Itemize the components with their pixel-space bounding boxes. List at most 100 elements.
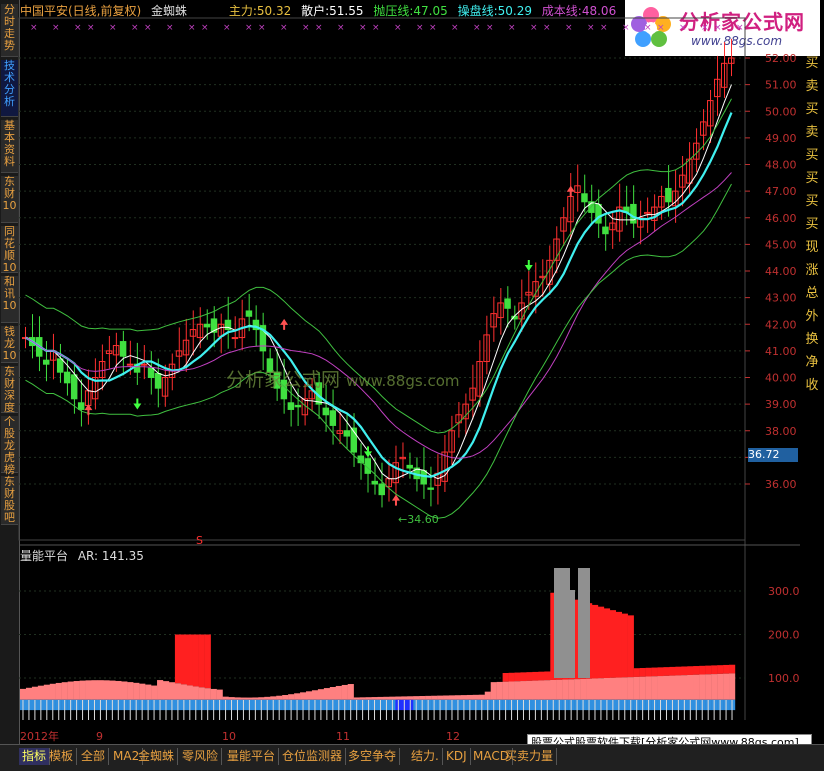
pink-volume-bar bbox=[449, 695, 456, 700]
price-tick-label: 42.00 bbox=[765, 318, 797, 331]
pink-volume-bar bbox=[383, 696, 390, 700]
pink-volume-bar bbox=[329, 687, 336, 700]
pink-volume-bar bbox=[365, 697, 372, 700]
low-price-label: ←34.60 bbox=[398, 513, 439, 526]
signal-x-marker: × bbox=[223, 23, 231, 33]
pink-volume-bar bbox=[258, 697, 265, 700]
bottom-tab-9[interactable]: 结力. bbox=[408, 748, 443, 765]
signal-x-marker: × bbox=[359, 23, 367, 33]
red-volume-bar bbox=[174, 634, 182, 684]
red-volume-bar bbox=[502, 672, 509, 682]
pink-volume-bar bbox=[204, 688, 211, 700]
bottom-tab-12[interactable]: 买卖力量 bbox=[502, 748, 558, 765]
bottom-tab-5[interactable]: 零风险 bbox=[179, 748, 223, 765]
pink-volume-bar bbox=[597, 678, 605, 700]
signal-x-marker: × bbox=[280, 23, 288, 33]
candle-body bbox=[231, 337, 239, 340]
pink-volume-bar bbox=[508, 681, 515, 700]
pink-volume-bar bbox=[401, 696, 408, 700]
pink-volume-bar bbox=[466, 694, 474, 700]
red-volume-bar bbox=[532, 671, 539, 681]
bottom-tab-8[interactable]: 多空争夺 bbox=[345, 748, 401, 765]
pink-volume-bar bbox=[460, 695, 468, 700]
pink-volume-bar bbox=[222, 696, 229, 700]
pink-volume-bar bbox=[43, 684, 50, 700]
bottom-tab-7[interactable]: 仓位监测器 bbox=[279, 748, 347, 765]
pink-volume-bar bbox=[484, 691, 491, 700]
price-tick-label: 40.00 bbox=[765, 372, 797, 385]
pink-volume-bar bbox=[413, 696, 420, 700]
candle-body bbox=[504, 298, 511, 309]
red-volume-bar bbox=[520, 672, 527, 682]
signal-x-marker: × bbox=[30, 23, 38, 33]
bottom-tab-6[interactable]: 量能平台 bbox=[224, 748, 280, 765]
candle-body bbox=[343, 430, 351, 437]
pink-volume-bar bbox=[210, 688, 217, 700]
pink-volume-bar bbox=[270, 696, 277, 700]
candle-body bbox=[119, 341, 127, 357]
red-volume-bar bbox=[204, 634, 211, 689]
pink-volume-bar bbox=[25, 687, 33, 700]
right-quote-label: 卖 bbox=[805, 125, 819, 140]
pink-volume-bar bbox=[592, 678, 599, 700]
signal-x-marker: × bbox=[302, 23, 310, 33]
bottom-tab-10[interactable]: KDJ bbox=[443, 748, 471, 765]
pink-volume-bar bbox=[496, 681, 503, 700]
pink-volume-bar bbox=[252, 697, 259, 700]
signal-x-marker: × bbox=[87, 23, 95, 33]
bottom-tab-1[interactable]: 模板 bbox=[46, 748, 78, 765]
pink-volume-bar bbox=[705, 674, 712, 700]
candle-body bbox=[427, 487, 434, 490]
candle-body bbox=[147, 367, 155, 378]
signal-x-marker: × bbox=[451, 23, 459, 33]
pink-volume-bar bbox=[294, 693, 301, 700]
red-volume-bar bbox=[693, 666, 700, 675]
sell-arrow-icon bbox=[524, 260, 533, 271]
pink-volume-bar bbox=[174, 683, 182, 700]
pink-volume-bar bbox=[216, 689, 223, 700]
magenta-ma-line bbox=[25, 172, 732, 459]
pink-volume-bar bbox=[502, 681, 509, 700]
price-tick-label: 50.00 bbox=[765, 105, 797, 118]
pink-volume-bar bbox=[151, 685, 158, 700]
pink-volume-bar bbox=[454, 695, 462, 700]
signal-x-marker: × bbox=[714, 23, 722, 33]
right-quote-label: 买 bbox=[805, 171, 819, 186]
pink-volume-bar bbox=[657, 676, 664, 700]
red-volume-bar bbox=[639, 667, 646, 677]
price-tick-label: 39.00 bbox=[765, 398, 797, 411]
pink-volume-bar bbox=[681, 675, 688, 700]
pink-volume-bar bbox=[20, 688, 27, 700]
signal-x-marker: × bbox=[315, 23, 323, 33]
watermark-url: www.88gs.com bbox=[346, 372, 460, 390]
signal-x-marker: × bbox=[622, 23, 630, 33]
bottom-tab-2[interactable]: 全部 bbox=[78, 748, 110, 765]
signal-x-marker: × bbox=[701, 23, 709, 33]
price-tick-label: 47.00 bbox=[765, 185, 797, 198]
red-volume-bar bbox=[705, 665, 712, 675]
signal-x-marker: × bbox=[429, 23, 437, 33]
candle-body bbox=[140, 363, 148, 366]
pink-volume-bar bbox=[115, 680, 122, 700]
pink-volume-bar bbox=[121, 681, 128, 700]
red-volume-bar bbox=[592, 604, 599, 679]
right-quote-label: 买 bbox=[805, 148, 819, 163]
red-volume-bar bbox=[544, 671, 551, 681]
price-tick-label: 51.00 bbox=[765, 79, 797, 92]
pink-volume-bar bbox=[723, 673, 730, 700]
pink-volume-bar bbox=[55, 682, 62, 700]
ind-axis-label: 200.0 bbox=[768, 629, 800, 642]
pink-volume-bar bbox=[282, 695, 289, 700]
pink-volume-bar bbox=[580, 678, 587, 700]
bottom-tab-4[interactable]: 金蜘蛛 bbox=[135, 748, 179, 765]
pink-volume-bar bbox=[133, 682, 140, 700]
s-marker: S bbox=[196, 534, 203, 547]
candle-body bbox=[294, 404, 302, 408]
pink-volume-bar bbox=[615, 677, 622, 700]
pink-volume-bar bbox=[532, 680, 539, 700]
current-price-tag: 36.72 bbox=[748, 448, 798, 462]
pink-volume-bar bbox=[371, 697, 378, 700]
pink-volume-bar bbox=[627, 677, 634, 700]
signal-x-marker: × bbox=[530, 23, 538, 33]
pink-volume-bar bbox=[67, 681, 74, 700]
